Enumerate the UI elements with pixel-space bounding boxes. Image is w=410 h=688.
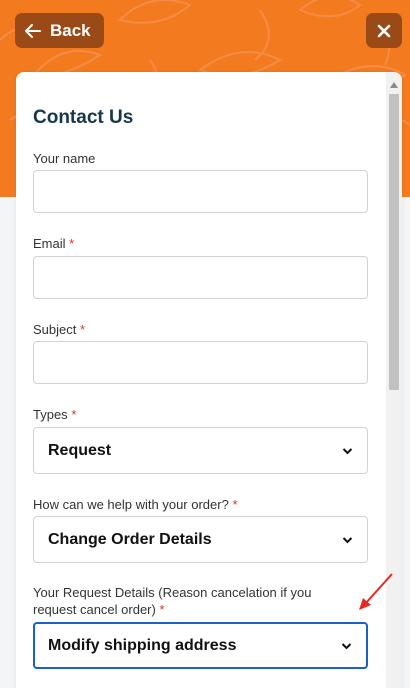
details-select[interactable]: Modify shipping address <box>33 622 368 669</box>
help-value: Change Order Details <box>48 530 212 548</box>
annotation-arrow-icon <box>359 573 393 610</box>
subject-input[interactable] <box>33 341 368 384</box>
email-field[interactable] <box>33 256 368 299</box>
help-label: How can we help with your order? * <box>33 497 238 512</box>
types-select[interactable]: Request <box>33 427 368 474</box>
types-value: Request <box>48 441 112 459</box>
scroll-up-arrow[interactable] <box>390 82 398 88</box>
subject-label: Subject * <box>33 322 86 337</box>
close-button[interactable] <box>366 13 402 48</box>
chevron-down-icon <box>341 642 352 649</box>
page-title: Contact Us <box>33 107 134 128</box>
name-label: Your name <box>33 151 96 166</box>
name-input[interactable] <box>33 170 368 213</box>
email-label: Email * <box>33 236 75 251</box>
scroll-thumb[interactable] <box>389 94 399 390</box>
details-label: Your Request Details (Reason cancelation… <box>33 585 312 617</box>
chevron-down-icon <box>342 447 353 454</box>
close-icon <box>377 24 391 37</box>
contact-form-card: Contact Us Your name Email * Subject * T… <box>16 72 402 688</box>
chevron-down-icon <box>342 536 353 543</box>
details-value: Modify shipping address <box>48 636 237 654</box>
back-label: Back <box>50 20 91 40</box>
help-select[interactable]: Change Order Details <box>33 516 368 563</box>
back-button[interactable]: Back <box>15 13 104 48</box>
types-label: Types * <box>33 407 77 422</box>
arrow-left-icon <box>25 23 41 38</box>
